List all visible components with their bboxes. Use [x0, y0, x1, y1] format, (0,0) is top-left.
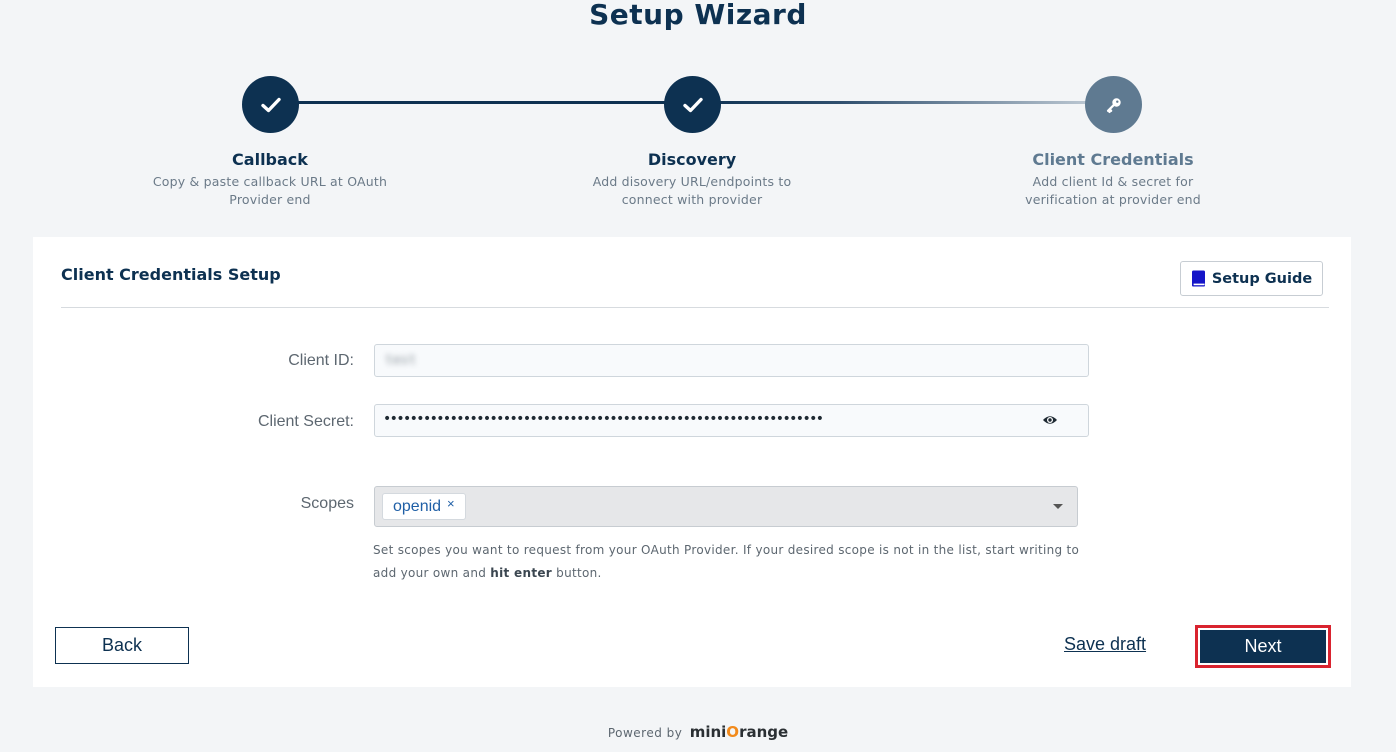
- step-client-credentials: Client Credentials Add client Id & secre…: [973, 150, 1253, 209]
- divider: [61, 307, 1329, 308]
- card-title: Client Credentials Setup: [61, 265, 281, 284]
- step-circle-discovery: [664, 76, 721, 133]
- page-title: Setup Wizard: [589, 0, 807, 31]
- check-icon: [260, 97, 281, 112]
- hint-text-end: button.: [552, 566, 602, 580]
- hint-text: Set scopes you want to request from your…: [373, 543, 1080, 580]
- powered-by-text: Powered by: [607, 726, 683, 740]
- step-description: Add disovery URL/endpoints to connect wi…: [592, 174, 792, 207]
- key-icon: [1106, 97, 1121, 113]
- miniorange-logo: miniOrange: [689, 723, 789, 741]
- client-secret-value: ••••••••••••••••••••••••••••••••••••••••…: [383, 411, 824, 427]
- step-connector-2: [692, 101, 1114, 104]
- setup-guide-button[interactable]: Setup Guide: [1180, 261, 1323, 296]
- step-discovery: Discovery Add disovery URL/endpoints to …: [552, 150, 832, 209]
- back-button[interactable]: Back: [55, 627, 189, 664]
- client-credentials-card: Client Credentials Setup Setup Guide Cli…: [33, 237, 1351, 687]
- scope-tag-label: openid: [393, 497, 442, 515]
- check-icon: [682, 97, 703, 112]
- step-callback: Callback Copy & paste callback URL at OA…: [130, 150, 410, 209]
- scope-tag: openid ×: [382, 493, 466, 520]
- remove-tag-icon[interactable]: ×: [447, 496, 455, 511]
- client-id-label: Client ID:: [288, 352, 354, 369]
- next-button[interactable]: Next: [1200, 630, 1326, 663]
- step-description: Add client Id & secret for verification …: [1025, 174, 1201, 207]
- save-draft-link[interactable]: Save draft: [1064, 634, 1146, 655]
- chevron-down-icon[interactable]: [1053, 504, 1063, 509]
- book-icon: [1191, 270, 1205, 287]
- step-circle-callback: [242, 76, 299, 133]
- client-secret-input[interactable]: ••••••••••••••••••••••••••••••••••••••••…: [374, 404, 1089, 437]
- scopes-select[interactable]: openid ×: [374, 486, 1078, 527]
- step-title: Callback: [232, 150, 308, 169]
- footer: Powered by miniOrange: [0, 723, 1396, 741]
- step-title: Discovery: [647, 150, 737, 169]
- setup-guide-label: Setup Guide: [1211, 270, 1313, 287]
- scopes-label: Scopes: [300, 495, 354, 512]
- step-connector-1: [270, 101, 692, 104]
- client-id-input[interactable]: test: [374, 344, 1089, 377]
- step-circle-client-credentials: [1085, 76, 1142, 133]
- client-id-value: test: [385, 353, 417, 368]
- client-secret-label: Client Secret:: [257, 413, 354, 430]
- eye-icon[interactable]: [1042, 413, 1058, 427]
- step-description: Copy & paste callback URL at OAuth Provi…: [152, 174, 388, 207]
- hint-bold: hit enter: [490, 566, 553, 580]
- next-button-highlight: Next: [1195, 625, 1331, 668]
- step-title: Client Credentials: [1032, 150, 1194, 169]
- scopes-hint: Set scopes you want to request from your…: [373, 539, 1093, 585]
